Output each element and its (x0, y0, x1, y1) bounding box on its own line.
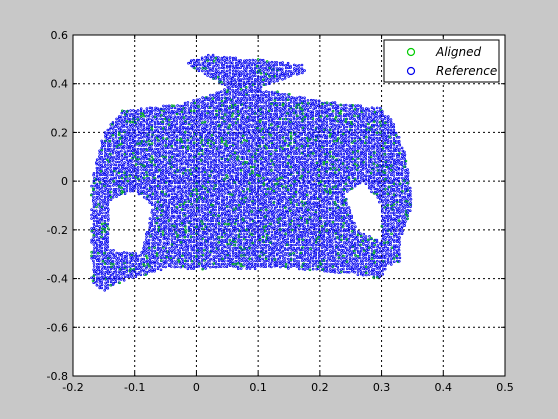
chart-figure: -0.2 -0.1 0 0.1 0.2 0.3 0.4 0.5 0.60.40.20-0.2-… (0, 0, 558, 419)
axes: -0.2 -0.1 0 0.1 0.2 0.3 0.4 0.5 0.60.40.20-0.2-… (47, 29, 514, 394)
